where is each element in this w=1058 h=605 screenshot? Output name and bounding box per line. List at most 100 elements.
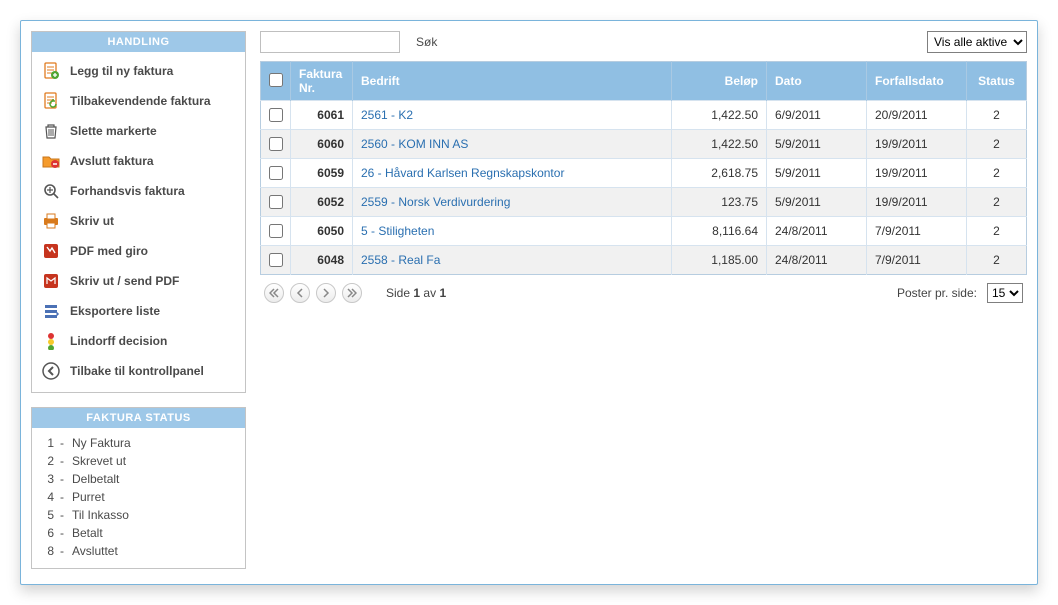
pager-next-button[interactable]	[316, 283, 336, 303]
cell-dato: 24/8/2011	[767, 246, 867, 275]
action-label: Eksportere liste	[70, 304, 160, 318]
search-button[interactable]: Søk	[408, 33, 445, 51]
cell-forfallsdato: 20/9/2011	[867, 101, 967, 130]
cell-belop: 1,185.00	[672, 246, 767, 275]
row-checkbox-cell[interactable]	[261, 130, 291, 159]
filter-select[interactable]: Vis alle aktive	[927, 31, 1027, 53]
action-delete-selected[interactable]: Slette markerte	[40, 116, 237, 146]
per-page-select[interactable]: 15	[987, 283, 1023, 303]
header-belop[interactable]: Beløp	[672, 62, 767, 101]
toolbar: Søk Vis alle aktive	[260, 31, 1027, 53]
main-area: Søk Vis alle aktive Faktura Nr. Bedrift …	[260, 31, 1027, 303]
status-row: 5-Til Inkasso	[42, 506, 235, 524]
row-checkbox[interactable]	[269, 195, 283, 209]
cell-faktura-nr: 6048	[291, 246, 353, 275]
row-checkbox[interactable]	[269, 137, 283, 151]
status-row: 4-Purret	[42, 488, 235, 506]
row-checkbox[interactable]	[269, 166, 283, 180]
row-checkbox-cell[interactable]	[261, 101, 291, 130]
cell-belop: 123.75	[672, 188, 767, 217]
header-faktura-nr[interactable]: Faktura Nr.	[291, 62, 353, 101]
status-panel: FAKTURA STATUS 1-Ny Faktura 2-Skrevet ut…	[31, 407, 246, 569]
action-export-list[interactable]: Eksportere liste	[40, 296, 237, 326]
cell-forfallsdato: 19/9/2011	[867, 159, 967, 188]
action-pdf-giro[interactable]: PDF med giro	[40, 236, 237, 266]
actions-list: Legg til ny faktura Tilbakevendende fakt…	[32, 52, 245, 392]
invoice-table: Faktura Nr. Bedrift Beløp Dato Forfallsd…	[260, 61, 1027, 275]
bedrift-link[interactable]: 5 - Stiligheten	[361, 224, 434, 238]
bedrift-link[interactable]: 2560 - KOM INN AS	[361, 137, 468, 151]
preview-icon	[42, 182, 60, 200]
recurring-invoice-icon	[42, 92, 60, 110]
action-preview-invoice[interactable]: Forhandsvis faktura	[40, 176, 237, 206]
bedrift-link[interactable]: 26 - Håvard Karlsen Regnskapskontor	[361, 166, 564, 180]
cell-forfallsdato: 19/9/2011	[867, 188, 967, 217]
sidebar: HANDLING Legg til ny faktura Tilbakevend…	[31, 31, 246, 583]
table-row: 60602560 - KOM INN AS1,422.505/9/201119/…	[261, 130, 1027, 159]
table-header-row: Faktura Nr. Bedrift Beløp Dato Forfallsd…	[261, 62, 1027, 101]
pdf-send-icon	[42, 272, 60, 290]
search-input[interactable]	[260, 31, 400, 53]
row-checkbox-cell[interactable]	[261, 188, 291, 217]
cell-status: 2	[967, 101, 1027, 130]
cell-status: 2	[967, 159, 1027, 188]
header-forfallsdato[interactable]: Forfallsdato	[867, 62, 967, 101]
cell-status: 2	[967, 246, 1027, 275]
action-add-invoice[interactable]: Legg til ny faktura	[40, 56, 237, 86]
cell-dato: 5/9/2011	[767, 130, 867, 159]
row-checkbox[interactable]	[269, 253, 283, 267]
bedrift-link[interactable]: 2558 - Real Fa	[361, 253, 440, 267]
pager-first-button[interactable]	[264, 283, 284, 303]
check-all-checkbox[interactable]	[269, 73, 283, 87]
back-icon	[42, 362, 60, 380]
bedrift-link[interactable]: 2561 - K2	[361, 108, 413, 122]
actions-panel-header: HANDLING	[32, 32, 245, 52]
action-label: Avslutt faktura	[70, 154, 154, 168]
invoice-table-body: 60612561 - K21,422.506/9/201120/9/201126…	[261, 101, 1027, 275]
row-checkbox[interactable]	[269, 224, 283, 238]
row-checkbox-cell[interactable]	[261, 217, 291, 246]
header-dato[interactable]: Dato	[767, 62, 867, 101]
status-panel-header: FAKTURA STATUS	[32, 408, 245, 428]
action-print-send-pdf[interactable]: Skriv ut / send PDF	[40, 266, 237, 296]
pager-prev-button[interactable]	[290, 283, 310, 303]
action-lindorff-decision[interactable]: Lindorff decision	[40, 326, 237, 356]
table-row: 60612561 - K21,422.506/9/201120/9/20112	[261, 101, 1027, 130]
cell-belop: 1,422.50	[672, 130, 767, 159]
action-label: Forhandsvis faktura	[70, 184, 185, 198]
cell-dato: 5/9/2011	[767, 188, 867, 217]
cell-bedrift: 2561 - K2	[353, 101, 672, 130]
action-label: Tilbakevendende faktura	[70, 94, 211, 108]
row-checkbox-cell[interactable]	[261, 246, 291, 275]
close-folder-icon	[42, 152, 60, 170]
cell-status: 2	[967, 130, 1027, 159]
cell-dato: 6/9/2011	[767, 101, 867, 130]
cell-bedrift: 2560 - KOM INN AS	[353, 130, 672, 159]
action-back-controlpanel[interactable]: Tilbake til kontrollpanel	[40, 356, 237, 386]
cell-forfallsdato: 7/9/2011	[867, 217, 967, 246]
action-close-invoice[interactable]: Avslutt faktura	[40, 146, 237, 176]
cell-bedrift: 2558 - Real Fa	[353, 246, 672, 275]
print-icon	[42, 212, 60, 230]
pdf-icon	[42, 242, 60, 260]
header-check-all[interactable]	[261, 62, 291, 101]
status-row: 2-Skrevet ut	[42, 452, 235, 470]
cell-bedrift: 26 - Håvard Karlsen Regnskapskontor	[353, 159, 672, 188]
action-print[interactable]: Skriv ut	[40, 206, 237, 236]
app-window: HANDLING Legg til ny faktura Tilbakevend…	[20, 20, 1038, 585]
cell-dato: 5/9/2011	[767, 159, 867, 188]
pager: Side 1 av 1 Poster pr. side: 15	[260, 275, 1027, 303]
pager-last-button[interactable]	[342, 283, 362, 303]
cell-status: 2	[967, 188, 1027, 217]
cell-faktura-nr: 6061	[291, 101, 353, 130]
action-recurring-invoice[interactable]: Tilbakevendende faktura	[40, 86, 237, 116]
actions-panel: HANDLING Legg til ny faktura Tilbakevend…	[31, 31, 246, 393]
add-invoice-icon	[42, 62, 60, 80]
row-checkbox[interactable]	[269, 108, 283, 122]
header-bedrift[interactable]: Bedrift	[353, 62, 672, 101]
status-list: 1-Ny Faktura 2-Skrevet ut 3-Delbetalt 4-…	[32, 428, 245, 568]
bedrift-link[interactable]: 2559 - Norsk Verdivurdering	[361, 195, 510, 209]
action-label: Slette markerte	[70, 124, 157, 138]
row-checkbox-cell[interactable]	[261, 159, 291, 188]
header-status[interactable]: Status	[967, 62, 1027, 101]
